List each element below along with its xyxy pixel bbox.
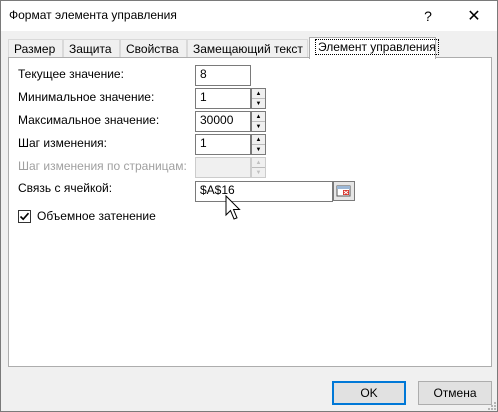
tab-protection-label: Защита [69,42,112,56]
shading-checkbox[interactable] [18,210,31,223]
max-value-spinner[interactable]: ▲ ▼ [251,111,266,132]
tab-protection[interactable]: Защита [63,39,120,58]
shading-label: Объемное затенение [37,209,156,223]
tab-strip: Размер Защита Свойства Замещающий текст … [8,37,494,59]
min-value-input[interactable]: 1 [195,88,251,109]
page-step-down-arrow-icon: ▼ [255,170,262,176]
page-step-spinner: ▲ ▼ [251,157,266,178]
cell-link-label: Связь с ячейкой: [18,181,113,195]
step-input[interactable]: 1 [195,134,251,155]
cell-link-input[interactable]: $A$16 [195,181,333,202]
step-label: Шаг изменения: [18,136,107,150]
format-control-dialog: Формат элемента управления ? ✕ Размер За… [0,0,498,412]
page-step-label: Шаг изменения по страницам: [18,159,187,173]
page-step-input [195,157,251,178]
help-button[interactable]: ? [405,1,451,31]
tab-control[interactable]: Элемент управления [309,37,439,59]
max-value-down-arrow-icon[interactable]: ▼ [252,122,265,132]
cancel-button[interactable]: Отмена [418,381,492,405]
dialog-title: Формат элемента управления [9,8,177,22]
title-bar: Формат элемента управления ? ✕ [1,1,497,31]
current-value-label: Текущее значение: [18,67,124,81]
collapse-dialog-icon [336,185,351,197]
min-value-spinner[interactable]: ▲ ▼ [251,88,266,109]
tab-properties[interactable]: Свойства [120,39,187,58]
tab-size-label: Размер [14,42,56,56]
max-value-up-arrow-icon[interactable]: ▲ [252,112,265,122]
tab-size[interactable]: Размер [8,39,63,58]
resize-grip-icon[interactable] [487,401,497,411]
min-value-up-arrow-icon[interactable]: ▲ [252,89,265,99]
mouse-pointer-icon [225,195,241,220]
range-select-button[interactable] [333,181,355,201]
tab-alt-text-label: Замещающий текст [193,42,303,56]
step-up-arrow-icon[interactable]: ▲ [252,135,265,145]
tab-alt-text[interactable]: Замещающий текст [187,39,308,58]
page-step-up-arrow-icon: ▲ [252,158,265,168]
current-value-input[interactable]: 8 [195,65,251,86]
step-spinner[interactable]: ▲ ▼ [251,134,266,155]
step-down-arrow-icon[interactable]: ▼ [252,145,265,155]
min-value-down-arrow-icon[interactable]: ▼ [252,99,265,109]
close-button[interactable]: ✕ [451,1,497,31]
tab-control-label: Элемент управления [315,39,439,55]
max-value-input[interactable]: 30000 [195,111,251,132]
max-value-label: Максимальное значение: [18,113,160,127]
min-value-label: Минимальное значение: [18,90,155,104]
control-panel: Текущее значение: 8 Минимальное значение… [8,57,492,367]
checkmark-icon [19,212,30,221]
tab-properties-label: Свойства [126,42,179,56]
ok-button[interactable]: OK [332,381,406,405]
